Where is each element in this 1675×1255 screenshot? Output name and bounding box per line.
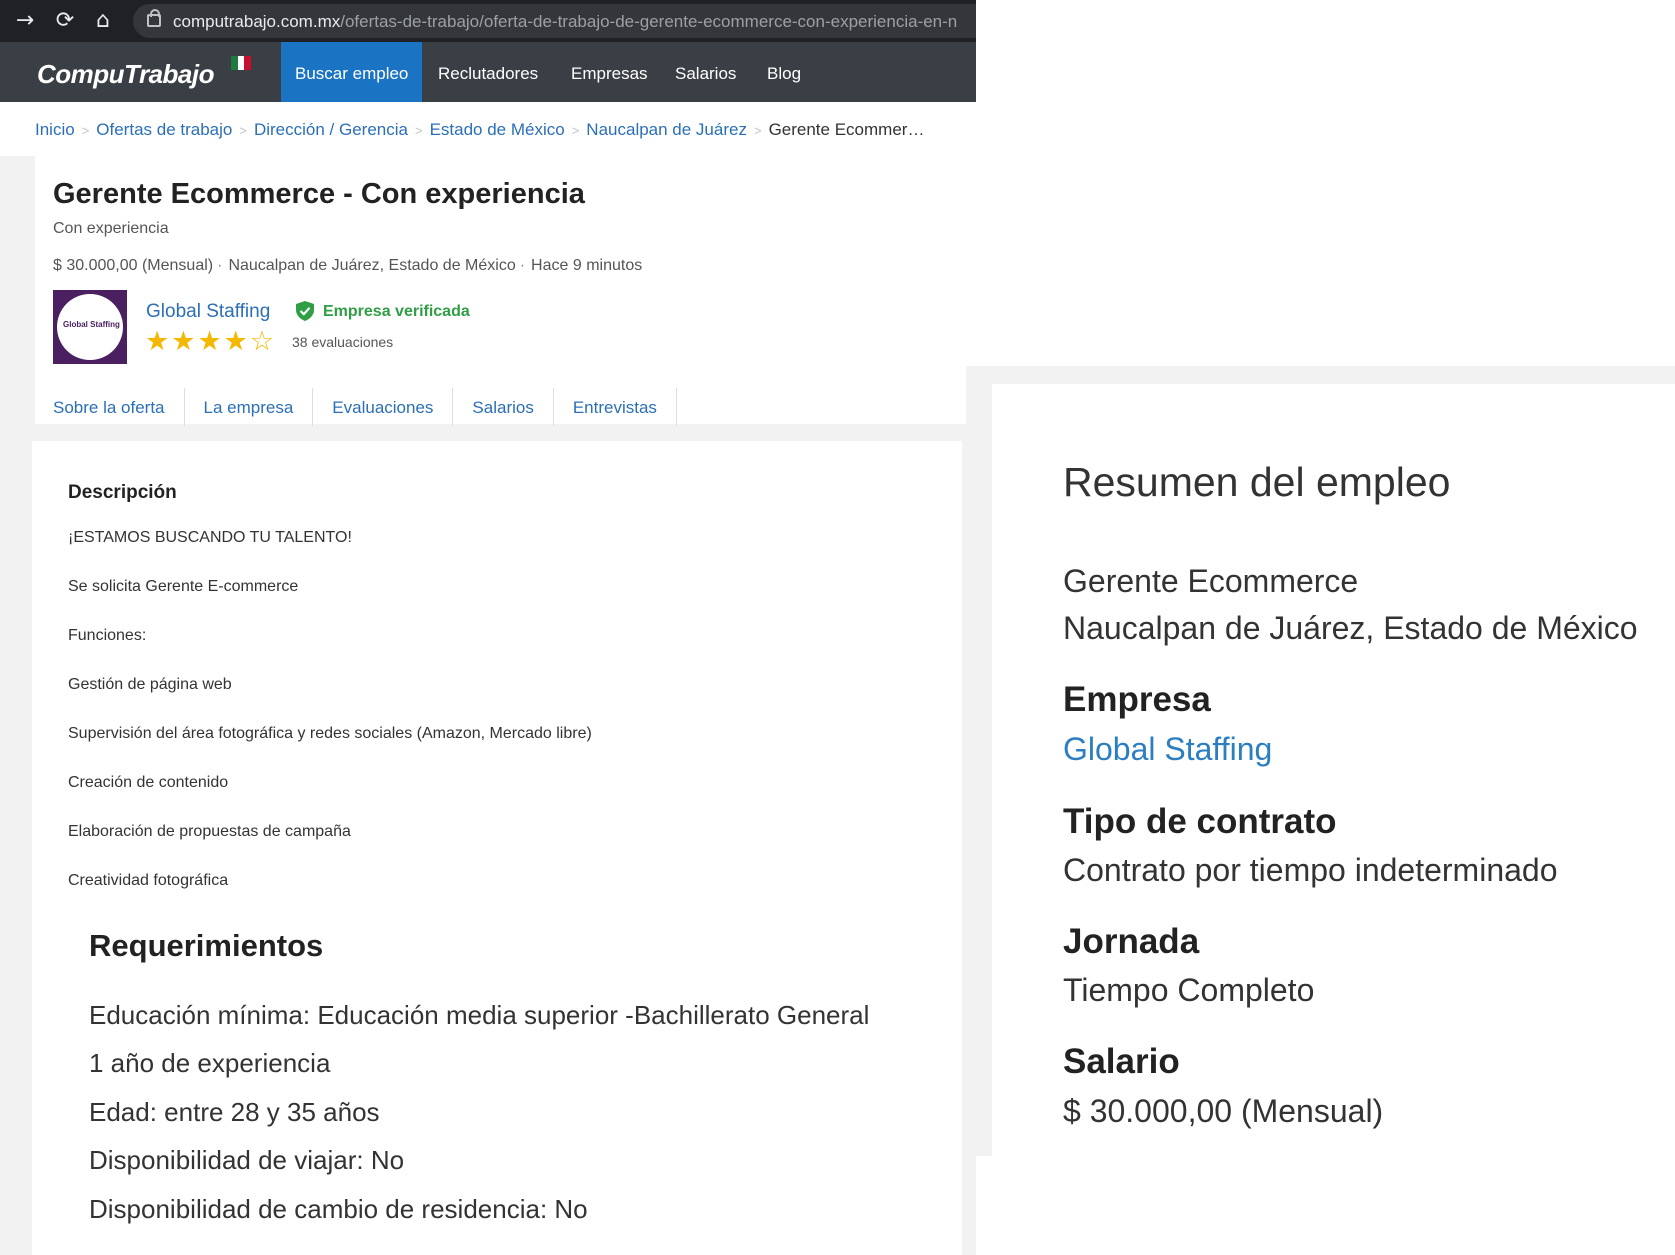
company-logo-text: Global Staffing (63, 320, 120, 329)
reviews-count[interactable]: 38 evaluaciones (292, 334, 393, 350)
description-line: Creación de contenido (68, 774, 229, 791)
job-title: Gerente Ecommerce - Con experiencia (53, 178, 585, 210)
rating-stars: ★★★★☆ (145, 326, 276, 357)
job-salary: $ 30.000,00 (Mensual) (53, 257, 214, 274)
company-logo[interactable]: Global Staffing (53, 290, 127, 364)
home-icon[interactable]: ⌂ (88, 6, 118, 36)
requirement-line: Edad: entre 28 y 35 años (89, 1097, 380, 1127)
breadcrumb-separator: > (81, 123, 90, 138)
nav-empresas[interactable]: Empresas (557, 42, 662, 102)
description-line: Gestión de página web (68, 676, 232, 693)
summary-salary-label: Salario (1063, 1042, 1180, 1081)
breadcrumb-separator: > (753, 123, 762, 138)
requirement-line: 1 año de experiencia (89, 1048, 331, 1078)
forward-icon[interactable]: → (10, 6, 40, 36)
nav-blog[interactable]: Blog (753, 42, 815, 102)
description-heading: Descripción (68, 482, 177, 503)
job-meta: $ 30.000,00 (Mensual) · Naucalpan de Juáre… (53, 257, 643, 274)
requirements-heading: Requerimientos (89, 928, 324, 963)
breadcrumb-ofertas[interactable]: Ofertas de trabajo (96, 120, 232, 139)
summary-salary: $ 30.000,00 (Mensual) (1063, 1093, 1384, 1129)
star-full-icon: ★ (197, 326, 224, 357)
description-line: Supervisión del área fotográfica y redes… (68, 725, 592, 742)
tab-la-empresa[interactable]: La empresa (185, 388, 314, 426)
job-subtitle: Con experiencia (53, 220, 169, 237)
job-description-card (32, 441, 962, 1255)
url-text: computrabajo.com.mx/ofertas-de-trabajo/o… (173, 12, 958, 31)
tab-salarios[interactable]: Salarios (453, 388, 554, 426)
summary-company-link[interactable]: Global Staffing (1063, 731, 1272, 768)
star-full-icon: ★ (223, 326, 250, 357)
summary-location: Naucalpan de Juárez, Estado de México (1063, 610, 1638, 646)
description-line: Creatividad fotográfica (68, 872, 229, 889)
star-full-icon: ★ (145, 326, 172, 357)
breadcrumb-separator: > (414, 123, 423, 138)
tab-entrevistas[interactable]: Entrevistas (554, 388, 677, 426)
description-line: Se solicita Gerente E-commerce (68, 578, 299, 595)
lock-icon (147, 9, 161, 27)
summary-company-label: Empresa (1063, 680, 1211, 719)
breadcrumb-ciudad[interactable]: Naucalpan de Juárez (586, 120, 747, 139)
breadcrumb-current: Gerente Ecommer… (768, 120, 925, 139)
verified-shield-icon (296, 301, 314, 321)
job-location: Naucalpan de Juárez, Estado de México (228, 257, 516, 274)
breadcrumb-estado[interactable]: Estado de México (430, 120, 565, 139)
nav-buscar-empleo[interactable]: Buscar empleo (281, 42, 423, 102)
verified-badge: Empresa verificada (323, 303, 470, 320)
requirement-line: Disponibilidad de cambio de residencia: … (89, 1194, 588, 1224)
breadcrumb-separator: > (239, 123, 247, 138)
tab-evaluaciones[interactable]: Evaluaciones (313, 388, 454, 426)
breadcrumb: Inicio > Ofertas de trabajo > Dirección / Ge… (35, 120, 924, 140)
requirement-line: Educación mínima: Educación media superi… (89, 1000, 870, 1030)
nav-salarios[interactable]: Salarios (661, 42, 750, 102)
mexico-flag-icon (231, 56, 252, 70)
site-logo[interactable]: CompuTrabajo (37, 59, 214, 90)
nav-reclutadores[interactable]: Reclutadores (424, 42, 552, 102)
address-bar[interactable]: computrabajo.com.mx/ofertas-de-trabajo/o… (133, 4, 976, 38)
description-line: ¡ESTAMOS BUSCANDO TU TALENTO! (68, 529, 352, 546)
requirement-line: Disponibilidad de viajar: No (89, 1145, 405, 1175)
summary-title: Resumen del empleo (1063, 459, 1451, 505)
breadcrumb-separator: > (571, 123, 580, 138)
summary-job: Gerente Ecommerce (1063, 563, 1359, 599)
summary-schedule-label: Jornada (1063, 922, 1200, 961)
site-header: CompuTrabajo Buscar empleo Reclutadores … (0, 42, 976, 102)
job-posted: Hace 9 minutos (531, 257, 643, 274)
description-line: Funciones: (68, 627, 147, 644)
browser-toolbar: → ⟳ ⌂ computrabajo.com.mx/ofertas-de-tra… (0, 0, 976, 42)
job-tabs: Sobre la oferta La empresa Evaluaciones … (34, 388, 677, 426)
star-empty-icon: ☆ (249, 326, 277, 357)
summary-contract: Contrato por tiempo indeterminado (1063, 852, 1558, 888)
summary-contract-label: Tipo de contrato (1063, 802, 1337, 841)
breadcrumb-direccion[interactable]: Dirección / Gerencia (254, 120, 408, 139)
company-name-link[interactable]: Global Staffing (146, 301, 270, 323)
tab-sobre-la-oferta[interactable]: Sobre la oferta (34, 388, 185, 426)
description-line: Elaboración de propuestas de campaña (68, 823, 351, 840)
reload-icon[interactable]: ⟳ (50, 6, 80, 36)
star-full-icon: ★ (171, 326, 198, 357)
breadcrumb-inicio[interactable]: Inicio (35, 120, 75, 139)
summary-schedule: Tiempo Completo (1063, 972, 1315, 1008)
